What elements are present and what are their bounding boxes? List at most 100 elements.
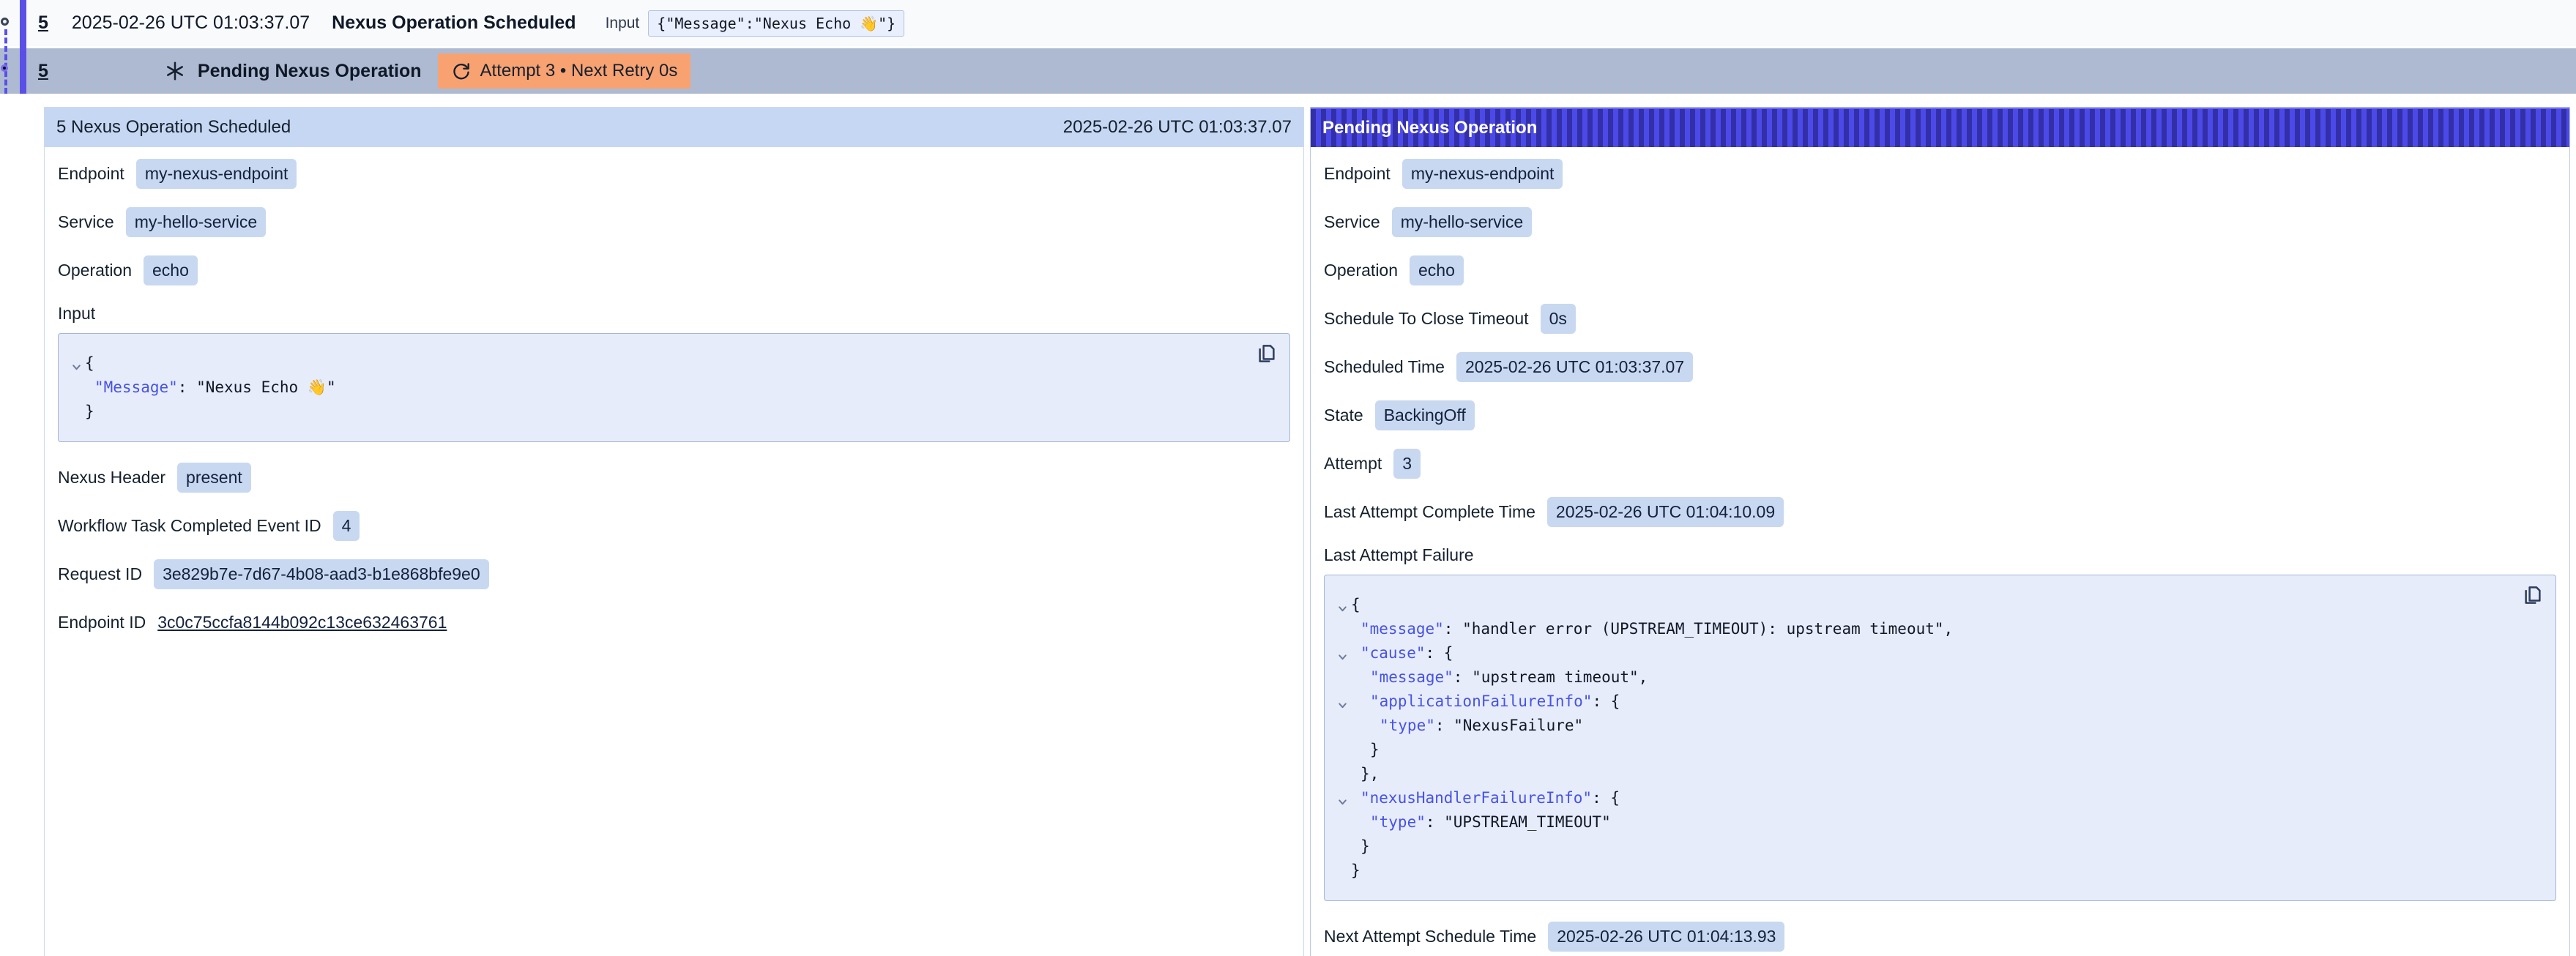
field-next-attempt-schedule-time: Next Attempt Schedule Time 2025-02-26 UTC… bbox=[1324, 922, 2556, 952]
field-operation: Operationecho bbox=[58, 255, 1290, 285]
json-text: : { bbox=[1592, 789, 1620, 807]
collapse-chevron-icon[interactable] bbox=[1333, 597, 1351, 621]
pending-title: Pending Nexus Operation bbox=[198, 61, 422, 82]
collapse-chevron-icon[interactable] bbox=[1333, 693, 1351, 717]
json-key: "cause" bbox=[1360, 644, 1426, 662]
code-text: }, bbox=[1351, 762, 1379, 786]
code-text: { bbox=[1351, 593, 1360, 617]
field-label: Service bbox=[58, 212, 114, 232]
json-text: } bbox=[1360, 837, 1370, 855]
field-value-chip: 3 bbox=[1393, 449, 1421, 479]
json-key: "applicationFailureInfo" bbox=[1370, 692, 1592, 710]
timeline-active-bar bbox=[20, 0, 26, 94]
field-value-chip: 4 bbox=[333, 511, 360, 541]
field-value-chip: 2025-02-26 UTC 01:04:13.93 bbox=[1548, 922, 1784, 952]
pending-panel-title: Pending Nexus Operation bbox=[1322, 118, 1537, 138]
code-gutter bbox=[1333, 838, 1351, 862]
json-text: { bbox=[1351, 596, 1360, 613]
pending-panel-header: Pending Nexus Operation bbox=[1311, 108, 2569, 147]
field-value-chip: 0s bbox=[1541, 304, 1576, 334]
copy-icon[interactable] bbox=[1256, 343, 1278, 365]
json-text: : "handler error (UPSTREAM_TIMEOUT): ups… bbox=[1444, 620, 1953, 638]
event-timestamp: 2025-02-26 UTC 01:03:37.07 bbox=[72, 12, 310, 34]
field-endpoint-id: Endpoint ID 3c0c75ccfa8144b092c13ce632463… bbox=[58, 608, 1290, 637]
code-text: { bbox=[85, 351, 94, 376]
field-label: Workflow Task Completed Event ID bbox=[58, 516, 321, 536]
collapse-chevron-icon[interactable] bbox=[67, 355, 85, 379]
field-value-chip: echo bbox=[1410, 255, 1464, 285]
field-label: Schedule To Close Timeout bbox=[1324, 309, 1529, 329]
field-label: Last Attempt Complete Time bbox=[1324, 502, 1535, 522]
field-value-chip: my-nexus-endpoint bbox=[1402, 159, 1563, 189]
pending-operation-row[interactable]: 5 Pending Nexus Operation Attempt 3 • Ne… bbox=[0, 48, 2576, 94]
code-gutter bbox=[1333, 717, 1351, 742]
code-text: } bbox=[1351, 859, 1360, 883]
code-line: { bbox=[1333, 593, 2504, 617]
field-request-id: Request ID3e829b7e-7d67-4b08-aad3-b1e868… bbox=[58, 559, 1290, 589]
code-line: "Message": "Nexus Echo 👋" bbox=[67, 376, 1238, 400]
code-gutter bbox=[1333, 814, 1351, 838]
field-label: Next Attempt Schedule Time bbox=[1324, 927, 1536, 946]
event-id-link[interactable]: 5 bbox=[38, 12, 48, 34]
event-history-row[interactable]: 5 2025-02-26 UTC 01:03:37.07 Nexus Opera… bbox=[0, 0, 2576, 46]
event-panel-timestamp: 2025-02-26 UTC 01:03:37.07 bbox=[1063, 117, 1292, 138]
json-text: } bbox=[85, 403, 94, 420]
code-text: "type": "UPSTREAM_TIMEOUT" bbox=[1351, 810, 1611, 834]
field-attempt: Attempt3 bbox=[1324, 449, 2556, 479]
json-text: : "Nexus Echo 👋" bbox=[178, 378, 336, 396]
json-text: : "UPSTREAM_TIMEOUT" bbox=[1426, 813, 1611, 831]
json-text: : "upstream timeout", bbox=[1453, 668, 1648, 686]
code-text: "applicationFailureInfo": { bbox=[1351, 690, 1620, 714]
code-gutter bbox=[67, 379, 85, 403]
field-value-chip: my-hello-service bbox=[1392, 207, 1532, 237]
field-endpoint: Endpoint my-nexus-endpoint bbox=[58, 159, 1290, 189]
endpoint-id-link[interactable]: 3c0c75ccfa8144b092c13ce632463761 bbox=[157, 613, 447, 632]
code-line: } bbox=[1333, 834, 2504, 859]
event-input-value-chip: {"Message":"Nexus Echo 👋"} bbox=[648, 10, 904, 37]
copy-icon[interactable] bbox=[2522, 584, 2544, 606]
json-text: } bbox=[1370, 741, 1380, 758]
code-gutter bbox=[67, 403, 85, 427]
field-value-chip: echo bbox=[144, 255, 198, 285]
code-line: } bbox=[1333, 738, 2504, 762]
json-key: "message" bbox=[1370, 668, 1453, 686]
field-scheduled-time: Scheduled Time2025-02-26 UTC 01:03:37.07 bbox=[1324, 352, 2556, 382]
field-state: StateBackingOff bbox=[1324, 400, 2556, 430]
code-gutter bbox=[1333, 621, 1351, 645]
field-label: Last Attempt Failure bbox=[1324, 545, 2556, 565]
json-text: : "NexusFailure" bbox=[1435, 717, 1583, 734]
code-text: } bbox=[85, 400, 94, 424]
code-gutter bbox=[1333, 742, 1351, 766]
code-line: { bbox=[67, 351, 1238, 376]
code-gutter bbox=[1333, 766, 1351, 790]
json-key: "message" bbox=[1360, 620, 1444, 638]
pending-id-link[interactable]: 5 bbox=[38, 61, 48, 82]
field-label: Endpoint ID bbox=[58, 613, 146, 632]
field-value-chip: my-nexus-endpoint bbox=[136, 159, 297, 189]
code-gutter bbox=[1333, 862, 1351, 886]
field-label: Input bbox=[58, 304, 1290, 324]
field-label: Operation bbox=[1324, 261, 1398, 280]
json-text: }, bbox=[1360, 765, 1379, 783]
code-text: "message": "handler error (UPSTREAM_TIME… bbox=[1351, 617, 1953, 641]
retry-badge: Attempt 3 • Next Retry 0s bbox=[438, 53, 691, 89]
code-text: "message": "upstream timeout", bbox=[1351, 665, 1648, 690]
collapse-chevron-icon[interactable] bbox=[1333, 790, 1351, 814]
collapse-chevron-icon[interactable] bbox=[1333, 645, 1351, 669]
field-workflow-task-completed-event-id: Workflow Task Completed Event ID 4 bbox=[58, 511, 1290, 541]
code-line: "cause": { bbox=[1333, 641, 2504, 665]
timeline-event-circle-icon bbox=[1, 18, 9, 26]
detail-panels: 5 Nexus Operation Scheduled 2025-02-26 U… bbox=[44, 107, 2570, 956]
json-text: } bbox=[1351, 862, 1360, 879]
field-value-chip: 2025-02-26 UTC 01:04:10.09 bbox=[1547, 497, 1784, 527]
timeline-dashed-line bbox=[4, 29, 7, 94]
field-value-chip: BackingOff bbox=[1375, 400, 1475, 430]
field-label: Scheduled Time bbox=[1324, 357, 1445, 377]
field-label: Endpoint bbox=[58, 164, 124, 184]
retry-icon bbox=[451, 61, 472, 81]
json-key: "Message" bbox=[94, 378, 178, 396]
field-service: Servicemy-hello-service bbox=[58, 207, 1290, 237]
code-text: "cause": { bbox=[1351, 641, 1453, 665]
code-gutter bbox=[1333, 669, 1351, 693]
json-text: { bbox=[85, 354, 94, 372]
